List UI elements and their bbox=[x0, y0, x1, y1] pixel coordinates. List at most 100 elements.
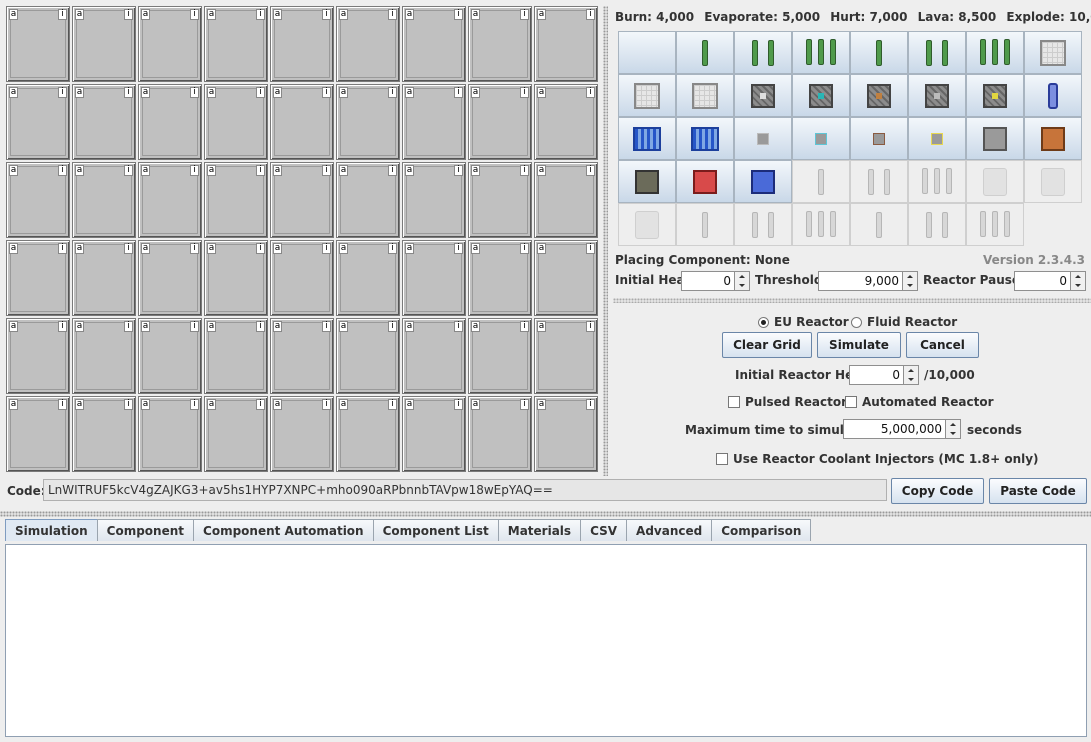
cell-automation-button[interactable]: a bbox=[339, 321, 348, 332]
cell-info-button[interactable]: i bbox=[58, 9, 67, 20]
cell-info-button[interactable]: i bbox=[586, 399, 595, 410]
fluid-reactor-radio[interactable]: Fluid Reactor bbox=[851, 315, 957, 329]
cell-automation-button[interactable]: a bbox=[75, 165, 84, 176]
reactor-cell[interactable]: ai bbox=[6, 6, 70, 82]
cell-slot[interactable] bbox=[274, 166, 330, 234]
reactor-cell[interactable]: ai bbox=[138, 240, 202, 316]
cell-info-button[interactable]: i bbox=[586, 321, 595, 332]
reactor-cell[interactable]: ai bbox=[534, 240, 598, 316]
cell-info-button[interactable]: i bbox=[388, 87, 397, 98]
cell-automation-button[interactable]: a bbox=[75, 9, 84, 20]
coolant-cell-30k-button[interactable] bbox=[618, 117, 676, 160]
cell-info-button[interactable]: i bbox=[58, 399, 67, 410]
cell-automation-button[interactable]: a bbox=[141, 87, 150, 98]
cell-automation-button[interactable]: a bbox=[471, 165, 480, 176]
tab-component[interactable]: Component bbox=[96, 519, 195, 541]
cell-slot[interactable] bbox=[76, 322, 132, 390]
cell-info-button[interactable]: i bbox=[454, 321, 463, 332]
component-heat-exchanger-button[interactable] bbox=[908, 117, 966, 160]
horizontal-splitter[interactable] bbox=[0, 511, 1091, 517]
cell-slot[interactable] bbox=[142, 166, 198, 234]
advanced-heat-vent-button[interactable] bbox=[792, 74, 850, 117]
cell-slot[interactable] bbox=[274, 322, 330, 390]
cell-slot[interactable] bbox=[208, 322, 264, 390]
reactor-cell[interactable]: ai bbox=[6, 240, 70, 316]
reactor-cell[interactable]: ai bbox=[204, 84, 268, 160]
initial-heat-spinner[interactable]: 0 bbox=[681, 271, 750, 291]
tab-simulation[interactable]: Simulation bbox=[5, 519, 98, 541]
reactor-cell[interactable]: ai bbox=[336, 6, 400, 82]
cell-info-button[interactable]: i bbox=[190, 87, 199, 98]
cell-automation-button[interactable]: a bbox=[405, 87, 414, 98]
reactor-cell[interactable]: ai bbox=[468, 162, 532, 238]
spinner-arrows-icon[interactable] bbox=[945, 420, 960, 438]
reactor-cell[interactable]: ai bbox=[72, 6, 136, 82]
cell-slot[interactable] bbox=[472, 166, 528, 234]
cell-info-button[interactable]: i bbox=[58, 87, 67, 98]
cell-info-button[interactable]: i bbox=[256, 9, 265, 20]
cell-slot[interactable] bbox=[340, 166, 396, 234]
cell-info-button[interactable]: i bbox=[454, 165, 463, 176]
cell-slot[interactable] bbox=[340, 244, 396, 312]
reactor-cell[interactable]: ai bbox=[72, 162, 136, 238]
cell-info-button[interactable]: i bbox=[124, 399, 133, 410]
cell-info-button[interactable]: i bbox=[124, 165, 133, 176]
cell-automation-button[interactable]: a bbox=[75, 87, 84, 98]
pulsed-reactor-checkbox[interactable]: Pulsed Reactor bbox=[728, 395, 847, 409]
cell-automation-button[interactable]: a bbox=[141, 9, 150, 20]
quad-mox-cell-button[interactable] bbox=[966, 31, 1024, 74]
uranium-cell-button[interactable] bbox=[676, 31, 734, 74]
reactor-cell[interactable]: ai bbox=[468, 396, 532, 472]
cell-automation-button[interactable]: a bbox=[273, 87, 282, 98]
cell-automation-button[interactable]: a bbox=[405, 321, 414, 332]
cell-automation-button[interactable]: a bbox=[273, 165, 282, 176]
quad-uranium-cell-button[interactable] bbox=[792, 31, 850, 74]
cell-slot[interactable] bbox=[406, 400, 462, 468]
cell-automation-button[interactable]: a bbox=[207, 87, 216, 98]
cell-automation-button[interactable]: a bbox=[537, 87, 546, 98]
cell-automation-button[interactable]: a bbox=[9, 9, 18, 20]
cell-info-button[interactable]: i bbox=[256, 243, 265, 254]
cell-info-button[interactable]: i bbox=[454, 243, 463, 254]
reactor-cell[interactable]: ai bbox=[270, 396, 334, 472]
reactor-cell[interactable]: ai bbox=[72, 318, 136, 394]
cell-info-button[interactable]: i bbox=[388, 243, 397, 254]
cell-automation-button[interactable]: a bbox=[9, 165, 18, 176]
reactor-plating-button[interactable] bbox=[966, 117, 1024, 160]
reactor-cell[interactable]: ai bbox=[6, 396, 70, 472]
cell-slot[interactable] bbox=[10, 400, 66, 468]
reactor-cell[interactable]: ai bbox=[72, 396, 136, 472]
tab-comparison[interactable]: Comparison bbox=[711, 519, 812, 541]
threshold-spinner[interactable]: 9,000 bbox=[818, 271, 918, 291]
reactor-cell[interactable]: ai bbox=[402, 318, 466, 394]
cell-info-button[interactable]: i bbox=[322, 165, 331, 176]
cell-slot[interactable] bbox=[208, 88, 264, 156]
cell-slot[interactable] bbox=[142, 10, 198, 78]
max-time-spinner[interactable]: 5,000,000 bbox=[843, 419, 961, 439]
tab-component-automation[interactable]: Component Automation bbox=[193, 519, 374, 541]
cell-automation-button[interactable]: a bbox=[141, 321, 150, 332]
cell-slot[interactable] bbox=[472, 400, 528, 468]
cell-automation-button[interactable]: a bbox=[9, 87, 18, 98]
spinner-arrows-icon[interactable] bbox=[902, 272, 917, 290]
cell-automation-button[interactable]: a bbox=[537, 243, 546, 254]
cell-automation-button[interactable]: a bbox=[75, 321, 84, 332]
cell-automation-button[interactable]: a bbox=[273, 321, 282, 332]
cell-slot[interactable] bbox=[208, 244, 264, 312]
cell-info-button[interactable]: i bbox=[190, 9, 199, 20]
reactor-heat-exchanger-button[interactable] bbox=[850, 117, 908, 160]
tab-csv[interactable]: CSV bbox=[580, 519, 628, 541]
cell-automation-button[interactable]: a bbox=[273, 9, 282, 20]
rsh-condensator-button[interactable] bbox=[676, 160, 734, 203]
vertical-splitter[interactable] bbox=[603, 6, 608, 476]
spinner-arrows-icon[interactable] bbox=[734, 272, 749, 290]
cell-info-button[interactable]: i bbox=[190, 243, 199, 254]
cell-info-button[interactable]: i bbox=[520, 9, 529, 20]
cell-automation-button[interactable]: a bbox=[75, 399, 84, 410]
reactor-cell[interactable]: ai bbox=[402, 240, 466, 316]
iridium-neutron-reflector-button[interactable] bbox=[676, 74, 734, 117]
cell-slot[interactable] bbox=[76, 88, 132, 156]
cell-info-button[interactable]: i bbox=[322, 87, 331, 98]
empty-component-button[interactable] bbox=[618, 31, 676, 74]
cell-slot[interactable] bbox=[142, 400, 198, 468]
